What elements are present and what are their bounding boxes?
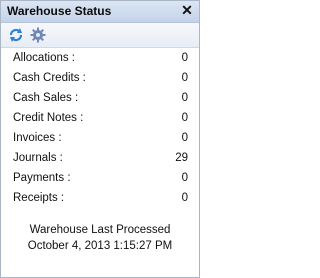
last-processed-info: Warehouse Last Processed October 4, 2013… <box>1 222 199 254</box>
list-item: Cash Credits : 0 <box>1 69 199 89</box>
status-value: 0 <box>181 132 188 144</box>
list-item: Invoices : 0 <box>1 129 199 149</box>
status-value: 0 <box>181 192 188 204</box>
status-label: Journals : <box>13 152 63 164</box>
list-item: Journals : 29 <box>1 149 199 169</box>
close-icon[interactable]: ✕ <box>181 3 193 17</box>
status-label: Allocations : <box>13 52 76 64</box>
status-label: Cash Credits : <box>13 72 86 84</box>
status-label: Invoices : <box>13 132 62 144</box>
list-item: Receipts : 0 <box>1 189 199 209</box>
status-list: Allocations : 0 Cash Credits : 0 Cash Sa… <box>1 49 199 209</box>
refresh-icon <box>9 28 23 42</box>
status-value: 0 <box>181 52 188 64</box>
status-value: 0 <box>181 172 188 184</box>
panel-toolbar <box>1 23 199 48</box>
status-label: Cash Sales : <box>13 92 79 104</box>
status-label: Credit Notes : <box>13 112 84 124</box>
panel-title: Warehouse Status <box>7 4 112 18</box>
list-item: Credit Notes : 0 <box>1 109 199 129</box>
status-label: Payments : <box>13 172 71 184</box>
panel-titlebar: Warehouse Status ✕ <box>1 1 199 23</box>
gear-icon <box>30 27 46 43</box>
status-value: 0 <box>181 72 188 84</box>
last-processed-label: Warehouse Last Processed <box>29 224 171 236</box>
refresh-button[interactable] <box>7 26 25 44</box>
status-value: 0 <box>181 112 188 124</box>
status-value: 0 <box>181 92 188 104</box>
warehouse-status-panel: Warehouse Status ✕ Allocations: 0 Cash … <box>0 0 200 278</box>
status-value: 29 <box>175 152 188 164</box>
last-processed-timestamp: October 4, 2013 1:15:27 PM <box>27 240 173 252</box>
list-item: Payments : 0 <box>1 169 199 189</box>
list-item: Allocations : 0 <box>1 49 199 69</box>
list-item: Cash Sales : 0 <box>1 89 199 109</box>
status-label: Receipts : <box>13 192 65 204</box>
settings-button[interactable] <box>29 26 47 44</box>
